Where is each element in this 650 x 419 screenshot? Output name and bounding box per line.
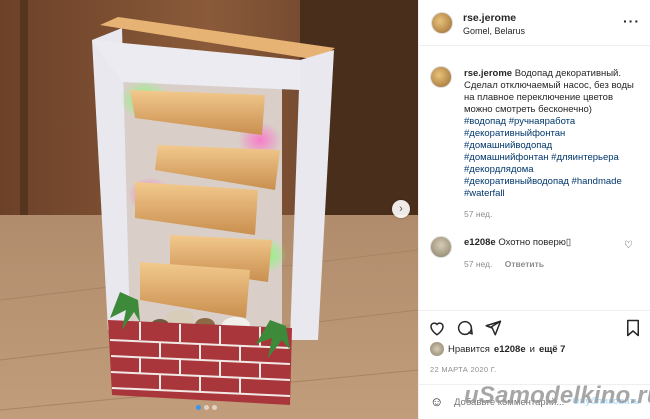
post-header: rse.jerome Gomel, Belarus ··· bbox=[419, 0, 650, 46]
post-side-panel: rse.jerome Gomel, Belarus ··· bbox=[418, 0, 650, 419]
hashtag-line[interactable]: #waterfall bbox=[464, 188, 644, 200]
caption-author-avatar[interactable] bbox=[430, 66, 452, 88]
carousel-dot bbox=[196, 405, 201, 410]
post-location[interactable]: Gomel, Belarus bbox=[463, 26, 525, 36]
bookmark-icon[interactable] bbox=[624, 319, 642, 337]
hashtag-line[interactable]: #декордлядома bbox=[464, 164, 644, 176]
liker-avatar bbox=[430, 342, 444, 356]
hashtag-line[interactable]: #домашнийфонтан #дляинтерьера bbox=[464, 152, 644, 164]
carousel-dot bbox=[212, 405, 217, 410]
hashtag-line[interactable]: #домашнийводопад bbox=[464, 140, 644, 152]
comment: e1208e Охотно поверю▯ bbox=[464, 237, 571, 248]
share-icon[interactable] bbox=[484, 319, 502, 337]
post-actions bbox=[418, 310, 650, 340]
likes-more-link[interactable]: ещё 7 bbox=[539, 344, 566, 355]
comment-body: Охотно поверю▯ bbox=[498, 237, 572, 248]
reply-button[interactable]: Ответить bbox=[505, 259, 544, 269]
carousel-indicator bbox=[196, 405, 217, 410]
carousel-dot bbox=[204, 405, 209, 410]
smile-icon[interactable]: ☺ bbox=[430, 394, 443, 409]
ellipsis-icon[interactable]: ··· bbox=[623, 13, 640, 29]
comment-heart-icon[interactable]: ♡ bbox=[624, 240, 633, 251]
author-avatar[interactable] bbox=[431, 12, 453, 34]
waterfall-photo-image bbox=[0, 0, 418, 419]
chevron-right-icon: › bbox=[399, 203, 403, 215]
likes-prefix: Нравится bbox=[448, 343, 490, 355]
post-photo[interactable]: › bbox=[0, 0, 418, 419]
hashtag-line[interactable]: #декоративныйфонтан bbox=[464, 128, 644, 140]
commenter-avatar[interactable] bbox=[430, 236, 452, 258]
hashtag-line[interactable]: #водопад #ручнаяработа bbox=[464, 116, 644, 128]
comment-meta: 57 нед. Ответить bbox=[464, 259, 544, 269]
post-date: 22 МАРТА 2020 Г. bbox=[430, 365, 497, 374]
add-comment-bar: ☺ Опубликовать bbox=[418, 384, 650, 419]
comment-icon[interactable] bbox=[456, 319, 474, 337]
likes-and: и bbox=[529, 343, 535, 355]
comment-timestamp: 57 нед. bbox=[464, 259, 493, 269]
author-username[interactable]: rse.jerome bbox=[463, 12, 516, 24]
caption-username[interactable]: rse.jerome bbox=[464, 68, 512, 79]
liker-username[interactable]: e1208e bbox=[494, 344, 526, 355]
comment-username[interactable]: e1208e bbox=[464, 237, 496, 248]
publish-button[interactable]: Опубликовать bbox=[572, 396, 640, 407]
next-slide-button[interactable]: › bbox=[392, 200, 410, 218]
heart-icon[interactable] bbox=[428, 319, 446, 337]
caption-timestamp: 57 нед. bbox=[464, 209, 493, 219]
likes-summary: Нравится e1208e и ещё 7 bbox=[430, 342, 565, 356]
post-caption: rse.jerome Водопад декоративный. Сделал … bbox=[464, 68, 644, 200]
hashtag-line[interactable]: #декоративныйводопад #handmade bbox=[464, 176, 644, 188]
